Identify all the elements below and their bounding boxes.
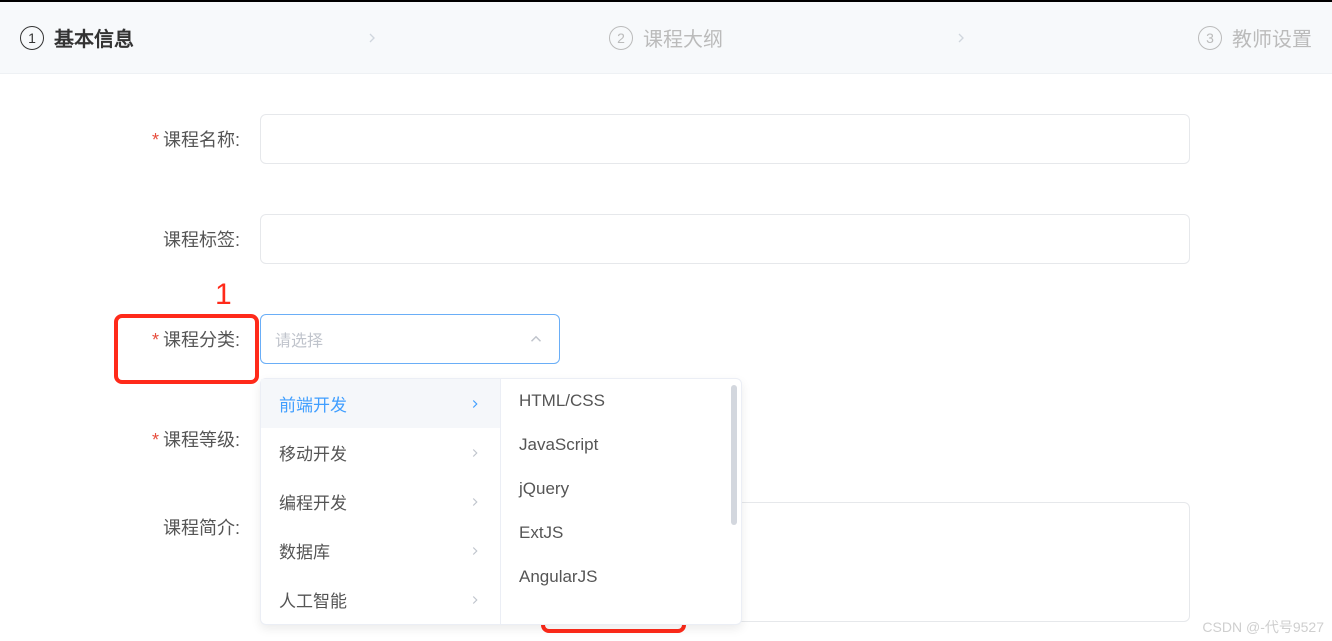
step-basic-info[interactable]: 1 基本信息 bbox=[20, 23, 134, 52]
cascader-item-javascript[interactable]: JavaScript bbox=[501, 423, 741, 467]
chevron-right-icon bbox=[468, 593, 482, 607]
cascader-item-mobile[interactable]: 移动开发 bbox=[261, 428, 500, 477]
label-course-intro: 课程简介: bbox=[60, 502, 260, 540]
cascader-item-jquery[interactable]: jQuery bbox=[501, 467, 741, 511]
cascader-dropdown: 前端开发 移动开发 编程开发 数据库 bbox=[260, 378, 742, 625]
cascader-item-htmlcss[interactable]: HTML/CSS bbox=[501, 379, 741, 423]
step-syllabus[interactable]: 2 课程大纲 bbox=[609, 23, 723, 52]
course-name-input[interactable] bbox=[260, 114, 1190, 164]
cascader-item-ai[interactable]: 人工智能 bbox=[261, 575, 500, 624]
row-course-tag: 课程标签: bbox=[60, 214, 1272, 264]
watermark: CSDN @-代号9527 bbox=[1202, 617, 1324, 637]
chevron-right-icon bbox=[364, 30, 380, 46]
step-label-2: 课程大纲 bbox=[643, 23, 723, 52]
step-separator bbox=[723, 30, 1198, 46]
chevron-right-icon bbox=[468, 397, 482, 411]
course-tag-input[interactable] bbox=[260, 214, 1190, 264]
wizard-stepper: 1 基本信息 2 课程大纲 3 教师设置 bbox=[0, 2, 1332, 74]
form-area: *课程名称: 课程标签: *课程分类: 请选择 bbox=[0, 74, 1332, 622]
step-label-1: 基本信息 bbox=[54, 23, 134, 52]
cascader-item-database[interactable]: 数据库 bbox=[261, 526, 500, 575]
chevron-right-icon bbox=[953, 30, 969, 46]
chevron-right-icon bbox=[468, 544, 482, 558]
step-separator bbox=[134, 30, 609, 46]
label-course-category: *课程分类: bbox=[60, 314, 260, 352]
cascader-item-extjs[interactable]: ExtJS bbox=[501, 511, 741, 555]
scrollbar-thumb[interactable] bbox=[731, 385, 737, 525]
label-course-tag: 课程标签: bbox=[60, 214, 260, 252]
label-course-level: *课程等级: bbox=[60, 414, 260, 452]
cascader-placeholder: 请选择 bbox=[275, 327, 527, 351]
step-number-1: 1 bbox=[20, 26, 44, 50]
chevron-down-icon bbox=[527, 330, 545, 348]
cascader-col-1: 前端开发 移动开发 编程开发 数据库 bbox=[261, 379, 501, 624]
cascader-item-programming[interactable]: 编程开发 bbox=[261, 477, 500, 526]
cascader-item-frontend[interactable]: 前端开发 bbox=[261, 379, 500, 428]
cascader-item-angularjs[interactable]: AngularJS bbox=[501, 555, 741, 599]
cascader-col-2: HTML/CSS JavaScript jQuery ExtJS Angular bbox=[501, 379, 741, 624]
step-label-3: 教师设置 bbox=[1232, 23, 1312, 52]
row-course-category: *课程分类: 请选择 前端开发 移动开发 bbox=[60, 314, 1272, 364]
scrollbar[interactable] bbox=[731, 385, 739, 618]
chevron-right-icon bbox=[468, 446, 482, 460]
cascader-input[interactable]: 请选择 bbox=[260, 314, 560, 364]
row-course-name: *课程名称: bbox=[60, 114, 1272, 164]
step-teacher-settings[interactable]: 3 教师设置 bbox=[1198, 23, 1312, 52]
label-course-name: *课程名称: bbox=[60, 114, 260, 152]
step-number-3: 3 bbox=[1198, 26, 1222, 50]
course-category-cascader[interactable]: 请选择 前端开发 移动开发 编程开发 bbox=[260, 314, 560, 364]
chevron-right-icon bbox=[468, 495, 482, 509]
step-number-2: 2 bbox=[609, 26, 633, 50]
